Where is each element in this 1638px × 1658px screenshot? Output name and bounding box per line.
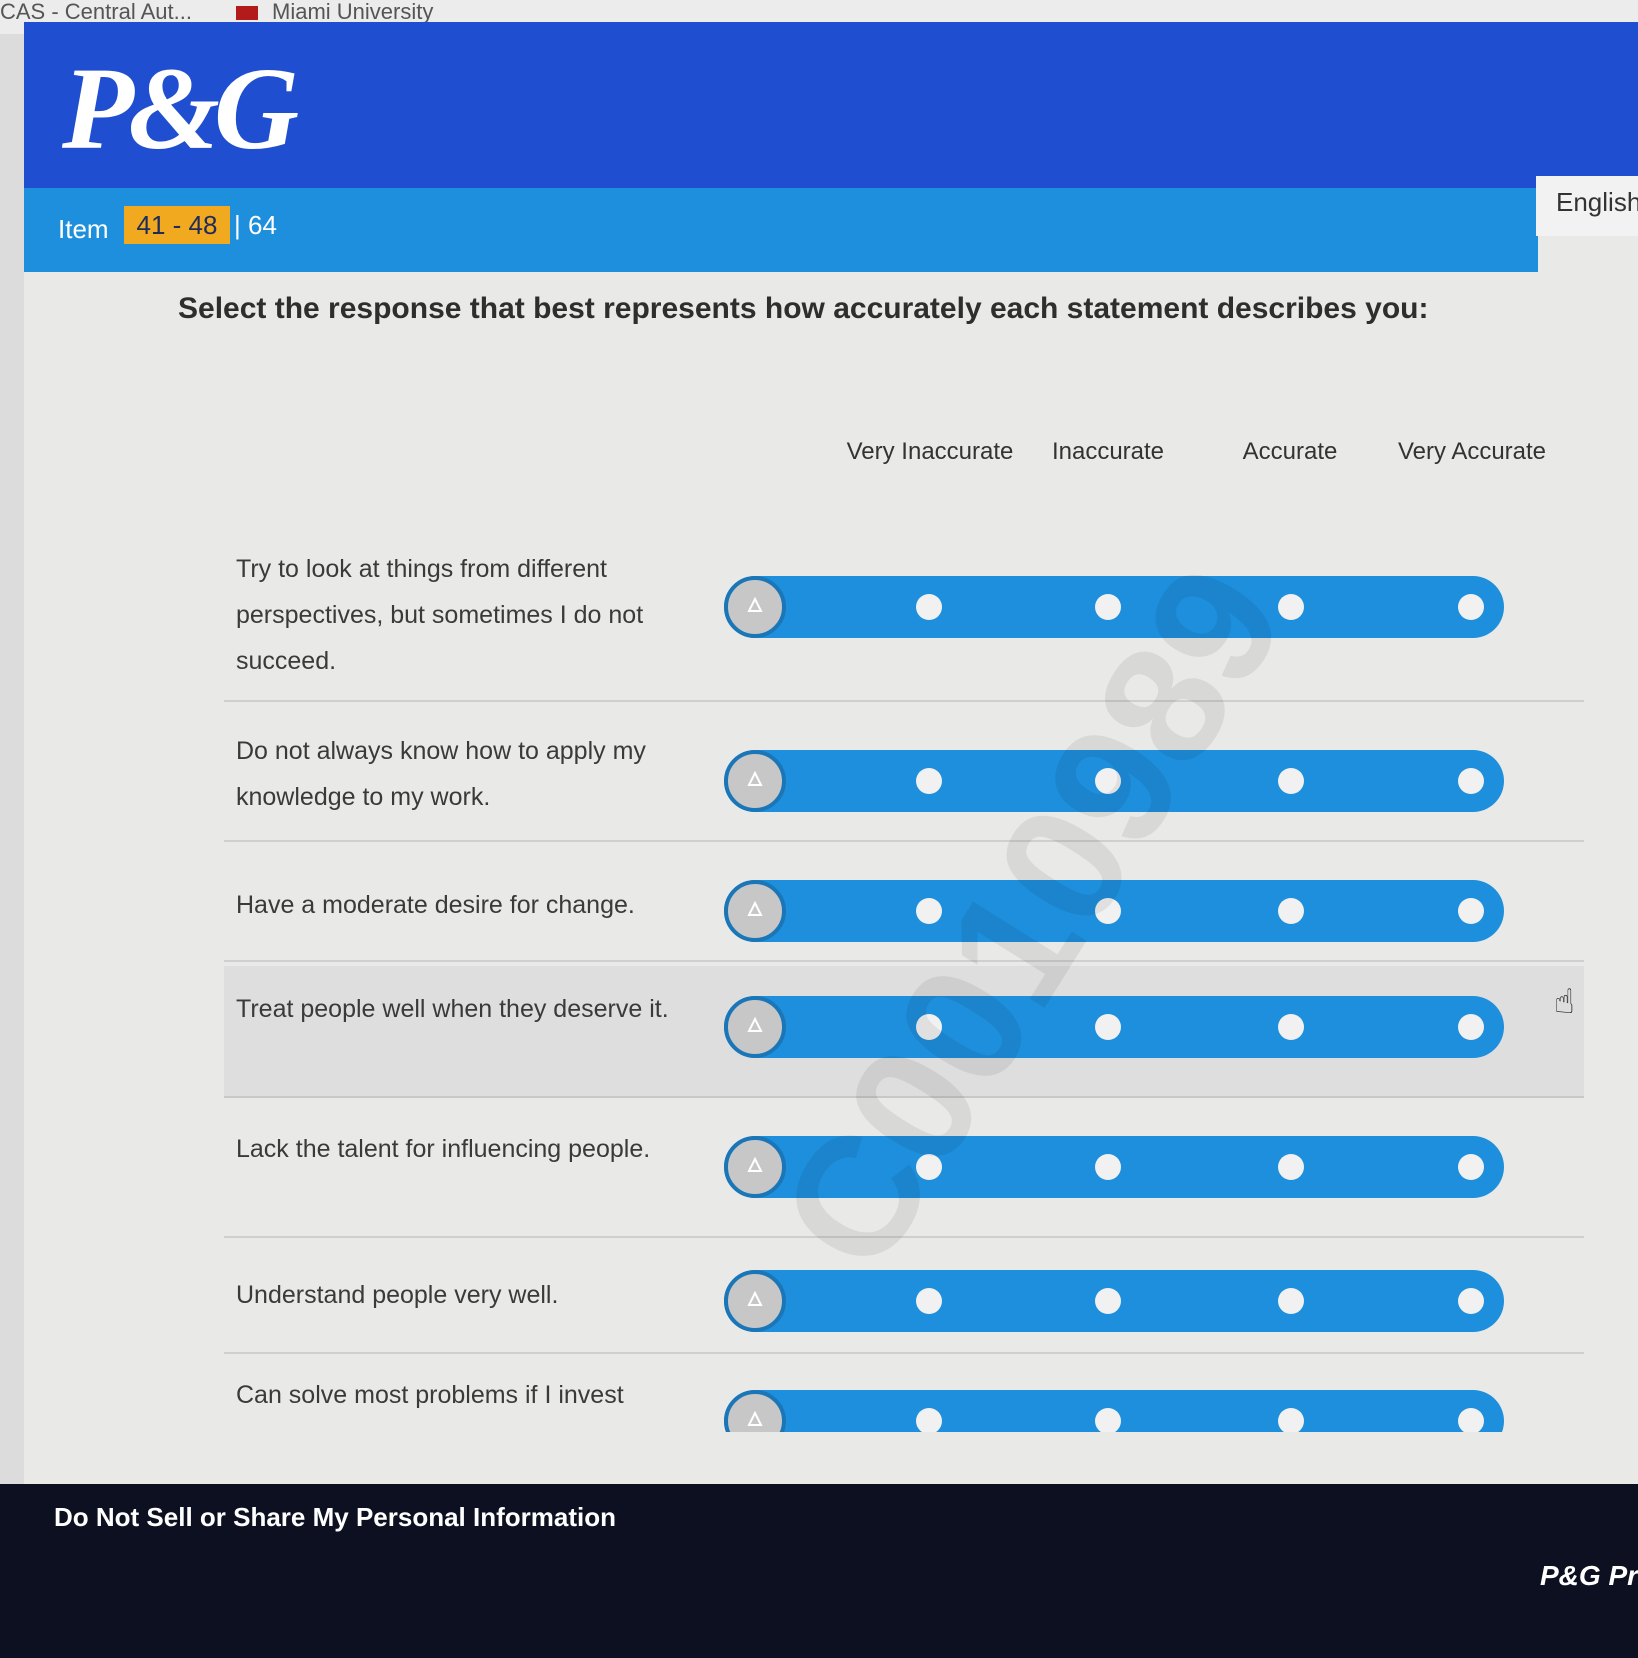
option-very-inaccurate[interactable]	[916, 1408, 942, 1432]
question-text: Lack the talent for influencing people.	[236, 1135, 651, 1163]
response-slider[interactable]	[724, 880, 1504, 942]
scale-label-accurate: Accurate	[1242, 438, 1338, 465]
question-row: Can solve most problems if I invest	[224, 1372, 1584, 1432]
arrow-up-icon	[747, 1291, 763, 1306]
question-row: Have a moderate desire for change.	[224, 860, 1584, 962]
slider-knob[interactable]	[724, 880, 786, 942]
question-row: Lack the talent for influencing people.	[224, 1116, 1584, 1238]
option-very-inaccurate[interactable]	[916, 1288, 942, 1314]
scale-label-inaccurate: Inaccurate	[1051, 438, 1165, 465]
arrow-up-icon	[747, 1411, 763, 1426]
slider-knob[interactable]	[724, 1136, 786, 1198]
question-text: Understand people very well.	[236, 1281, 559, 1309]
slider-knob[interactable]	[724, 576, 786, 638]
option-accurate[interactable]	[1278, 768, 1304, 794]
option-very-inaccurate[interactable]	[916, 898, 942, 924]
question-row: Treat people well when they deserve it.	[224, 966, 1584, 1098]
option-very-accurate[interactable]	[1458, 1014, 1484, 1040]
response-slider[interactable]	[724, 750, 1504, 812]
question-text: Do not always know how to apply my knowl…	[236, 737, 646, 811]
option-very-accurate[interactable]	[1458, 1288, 1484, 1314]
question-text: Try to look at things from different per…	[236, 555, 644, 675]
pg-logo: P&G	[62, 43, 299, 174]
option-very-accurate[interactable]	[1458, 1154, 1484, 1180]
hand-cursor-icon: ☝	[1554, 983, 1575, 1021]
question-row: Try to look at things from different per…	[224, 540, 1584, 702]
option-very-accurate[interactable]	[1458, 594, 1484, 620]
scale-label-very-inaccurate: Very Inaccurate	[846, 438, 1014, 465]
bookmark-miami-label: Miami University	[272, 0, 434, 24]
footer-brand: P&G Pr	[1540, 1560, 1638, 1591]
option-inaccurate[interactable]	[1095, 594, 1121, 620]
response-slider[interactable]	[724, 1136, 1504, 1198]
question-row: Do not always know how to apply my knowl…	[224, 720, 1584, 842]
language-selector[interactable]: English	[1536, 176, 1638, 236]
bookmark-miami[interactable]: Miami University	[236, 0, 433, 24]
response-slider[interactable]	[724, 1270, 1504, 1332]
bookmark-cas[interactable]: CAS - Central Aut...	[0, 0, 192, 24]
option-accurate[interactable]	[1278, 1288, 1304, 1314]
option-inaccurate[interactable]	[1095, 898, 1121, 924]
arrow-up-icon	[747, 597, 763, 612]
option-accurate[interactable]	[1278, 594, 1304, 620]
question-text: Have a moderate desire for change.	[236, 891, 635, 919]
question-text: Treat people well when they deserve it.	[236, 995, 669, 1023]
option-accurate[interactable]	[1278, 898, 1304, 924]
option-very-inaccurate[interactable]	[916, 594, 942, 620]
arrow-up-icon	[747, 901, 763, 916]
miami-logo-icon	[236, 6, 258, 21]
option-very-accurate[interactable]	[1458, 1408, 1484, 1432]
option-very-accurate[interactable]	[1458, 898, 1484, 924]
option-accurate[interactable]	[1278, 1408, 1304, 1432]
option-very-inaccurate[interactable]	[916, 1154, 942, 1180]
option-very-accurate[interactable]	[1458, 768, 1484, 794]
arrow-up-icon	[747, 1017, 763, 1032]
option-accurate[interactable]	[1278, 1154, 1304, 1180]
item-range-badge: 41 - 48	[124, 206, 230, 244]
slider-knob[interactable]	[724, 1270, 786, 1332]
slider-knob[interactable]	[724, 996, 786, 1058]
option-inaccurate[interactable]	[1095, 1288, 1121, 1314]
option-inaccurate[interactable]	[1095, 1408, 1121, 1432]
slider-knob[interactable]	[724, 1390, 786, 1432]
item-total: | 64	[234, 210, 277, 240]
option-inaccurate[interactable]	[1095, 1014, 1121, 1040]
option-very-inaccurate[interactable]	[916, 768, 942, 794]
scale-label-very-accurate: Very Accurate	[1397, 438, 1547, 465]
response-slider[interactable]	[724, 1390, 1504, 1432]
question-row: Understand people very well.	[224, 1248, 1584, 1354]
arrow-up-icon	[747, 771, 763, 786]
option-very-inaccurate[interactable]	[916, 1014, 942, 1040]
privacy-link[interactable]: Do Not Sell or Share My Personal Informa…	[54, 1502, 616, 1533]
arrow-up-icon	[747, 1157, 763, 1172]
option-inaccurate[interactable]	[1095, 768, 1121, 794]
response-slider[interactable]	[724, 996, 1504, 1058]
question-text: Can solve most problems if I invest	[236, 1381, 624, 1409]
page-instruction: Select the response that best represents…	[178, 292, 1429, 325]
slider-knob[interactable]	[724, 750, 786, 812]
response-slider[interactable]	[724, 576, 1504, 638]
option-accurate[interactable]	[1278, 1014, 1304, 1040]
option-inaccurate[interactable]	[1095, 1154, 1121, 1180]
item-label: Item	[58, 214, 109, 244]
